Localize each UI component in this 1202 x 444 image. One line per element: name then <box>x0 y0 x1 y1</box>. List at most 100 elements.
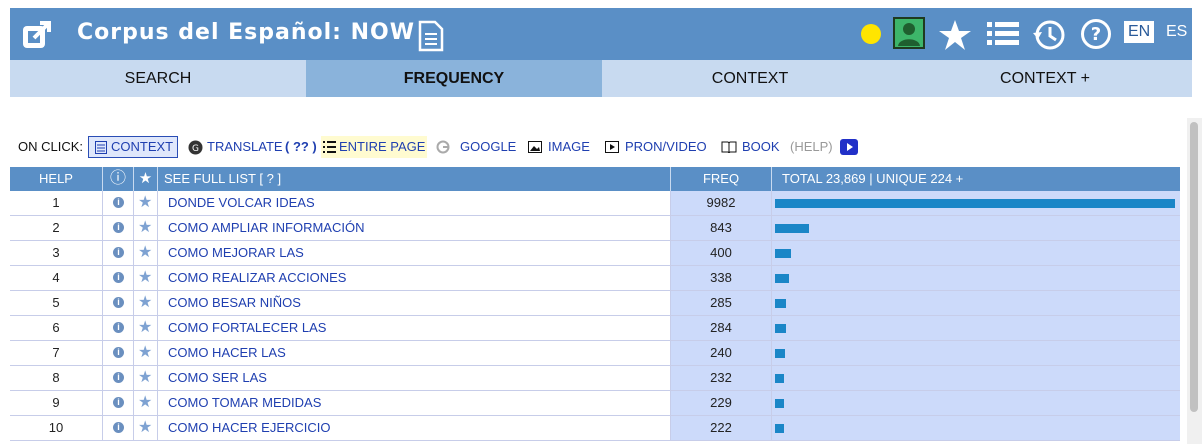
row-freq: 9982 <box>671 191 772 215</box>
row-number: 6 <box>10 316 103 340</box>
row-number: 5 <box>10 291 103 315</box>
help-link[interactable]: (HELP) <box>790 136 833 158</box>
info-icon[interactable]: i <box>113 397 124 408</box>
context-option-label: CONTEXT <box>111 139 174 154</box>
google-option[interactable]: GOOGLE <box>460 136 516 158</box>
status-dot-icon[interactable] <box>861 24 881 44</box>
book-option[interactable]: BOOK <box>742 136 780 158</box>
video-icon <box>605 141 619 153</box>
frequency-bar <box>775 199 1175 208</box>
lang-en-button[interactable]: EN <box>1124 21 1155 43</box>
image-option[interactable]: IMAGE <box>548 136 590 158</box>
youtube-icon[interactable] <box>840 139 858 155</box>
star-icon[interactable]: ★ <box>138 344 152 362</box>
star-icon[interactable]: ★ <box>138 219 152 237</box>
row-info: i <box>103 391 134 415</box>
history-icon[interactable] <box>1032 18 1066 52</box>
row-phrase-link[interactable]: COMO BESAR NIÑOS <box>158 291 671 315</box>
row-phrase-link[interactable]: COMO FORTALECER LAS <box>158 316 671 340</box>
row-number: 7 <box>10 341 103 365</box>
translate-icon: G <box>188 140 203 155</box>
on-click-label: ON CLICK: <box>18 139 84 154</box>
star-icon[interactable]: ★ <box>138 319 152 337</box>
star-icon[interactable]: ★ <box>138 244 152 262</box>
header-help[interactable]: HELP <box>10 167 103 191</box>
tab-context-plus[interactable]: CONTEXT + <box>898 60 1192 97</box>
info-icon[interactable]: i <box>113 272 124 283</box>
row-bar-cell <box>772 416 1180 440</box>
favorites-star-icon[interactable] <box>938 18 972 52</box>
header-info-icon[interactable]: ⓘ <box>103 167 134 191</box>
star-icon[interactable]: ★ <box>138 394 152 412</box>
list-icon[interactable] <box>987 21 1019 47</box>
table-row: 9 i ★ COMO TOMAR MEDIDAS 229 <box>10 391 1180 416</box>
row-phrase-link[interactable]: COMO HACER EJERCICIO <box>158 416 671 440</box>
star-icon[interactable]: ★ <box>138 194 152 212</box>
info-icon[interactable]: i <box>113 297 124 308</box>
row-phrase-link[interactable]: COMO REALIZAR ACCIONES <box>158 266 671 290</box>
row-phrase-link[interactable]: COMO MEJORAR LAS <box>158 241 671 265</box>
row-freq: 229 <box>671 391 772 415</box>
info-icon[interactable]: i <box>113 322 124 333</box>
row-bar-cell <box>772 216 1180 240</box>
star-icon[interactable]: ★ <box>138 369 152 387</box>
document-icon[interactable] <box>418 20 444 52</box>
row-phrase-link[interactable]: COMO SER LAS <box>158 366 671 390</box>
scrollbar-thumb[interactable] <box>1190 122 1198 412</box>
info-icon[interactable]: i <box>113 247 124 258</box>
row-phrase-link[interactable]: COMO TOMAR MEDIDAS <box>158 391 671 415</box>
info-icon[interactable]: i <box>113 347 124 358</box>
table-row: 1 i ★ DONDE VOLCAR IDEAS 9982 <box>10 191 1180 216</box>
pron-video-option[interactable]: PRON/VIDEO <box>625 136 707 158</box>
tab-frequency[interactable]: FREQUENCY <box>306 60 602 97</box>
context-doc-icon <box>95 141 107 154</box>
table-row: 5 i ★ COMO BESAR NIÑOS 285 <box>10 291 1180 316</box>
frequency-bar <box>775 424 784 433</box>
translate-help-link[interactable]: ( ?? ) <box>285 136 317 158</box>
row-freq: 232 <box>671 366 772 390</box>
info-icon[interactable]: i <box>113 422 124 433</box>
app-frame: Corpus del Español: NOW ? EN ES SEARCH F… <box>0 0 1202 444</box>
info-icon[interactable]: i <box>113 222 124 233</box>
info-icon[interactable]: i <box>113 372 124 383</box>
external-link-icon[interactable] <box>20 18 54 52</box>
row-bar-cell <box>772 291 1180 315</box>
entire-page-label: ENTIRE PAGE <box>339 139 426 154</box>
row-number: 2 <box>10 216 103 240</box>
user-icon[interactable] <box>893 17 925 49</box>
tab-search[interactable]: SEARCH <box>10 60 306 97</box>
row-star: ★ <box>134 366 158 390</box>
table-row: 7 i ★ COMO HACER LAS 240 <box>10 341 1180 366</box>
info-icon[interactable]: i <box>113 197 124 208</box>
app-header: Corpus del Español: NOW ? EN ES <box>10 8 1192 60</box>
row-info: i <box>103 366 134 390</box>
frequency-bar <box>775 299 786 308</box>
row-phrase-link[interactable]: COMO AMPLIAR INFORMACIÓN <box>158 216 671 240</box>
lang-es-button[interactable]: ES <box>1166 21 1187 43</box>
row-bar-cell <box>772 191 1180 215</box>
help-icon[interactable]: ? <box>1080 18 1112 50</box>
row-bar-cell <box>772 391 1180 415</box>
row-freq: 284 <box>671 316 772 340</box>
row-star: ★ <box>134 216 158 240</box>
main-tabs: SEARCH FREQUENCY CONTEXT CONTEXT + <box>10 60 1192 97</box>
context-option-button[interactable]: CONTEXT <box>88 136 179 158</box>
star-icon[interactable]: ★ <box>138 269 152 287</box>
translate-option[interactable]: TRANSLATE <box>207 136 283 158</box>
frequency-bar <box>775 249 791 258</box>
header-star-icon[interactable]: ★ <box>134 167 158 191</box>
entire-page-option[interactable]: ENTIRE PAGE <box>321 136 428 158</box>
row-bar-cell <box>772 341 1180 365</box>
vertical-scrollbar[interactable] <box>1187 118 1202 444</box>
row-info: i <box>103 291 134 315</box>
tab-context[interactable]: CONTEXT <box>602 60 898 97</box>
star-icon[interactable]: ★ <box>138 419 152 437</box>
header-see-full-list[interactable]: SEE FULL LIST [ ? ] <box>158 167 671 191</box>
row-number: 8 <box>10 366 103 390</box>
star-icon[interactable]: ★ <box>138 294 152 312</box>
row-freq: 240 <box>671 341 772 365</box>
row-phrase-link[interactable]: COMO HACER LAS <box>158 341 671 365</box>
row-freq: 285 <box>671 291 772 315</box>
row-number: 1 <box>10 191 103 215</box>
row-phrase-link[interactable]: DONDE VOLCAR IDEAS <box>158 191 671 215</box>
